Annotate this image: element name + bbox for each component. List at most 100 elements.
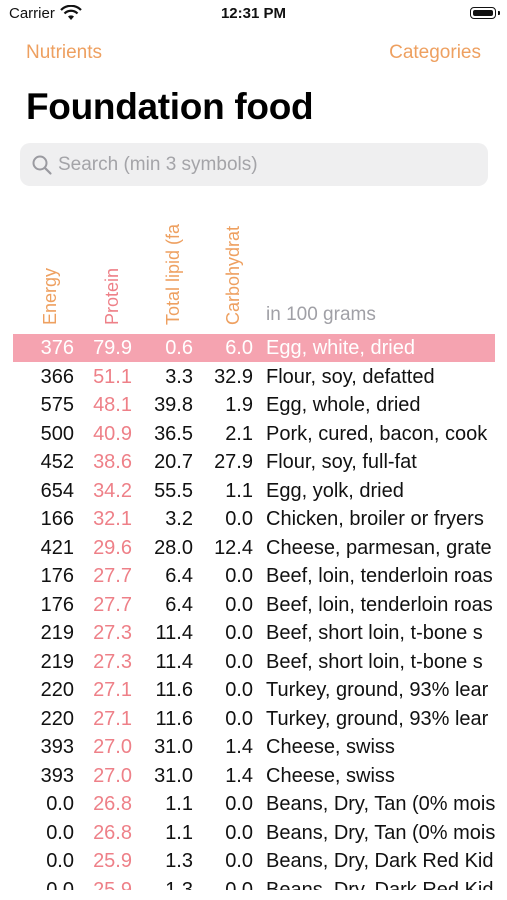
protein-cell: 29.6	[93, 536, 132, 559]
table-row[interactable]: 376 79.9 0.6 6.0 Egg, white, dried	[13, 334, 495, 362]
table-row[interactable]: 176 27.7 6.4 0.0 Beef, loin, tenderloin roas	[13, 591, 495, 619]
energy-cell: 0.0	[46, 878, 74, 891]
table-row[interactable]: 220 27.1 11.6 0.0 Turkey, ground, 93% lear	[13, 676, 495, 704]
protein-cell: 27.1	[93, 679, 132, 701]
food-name-cell: Beef, loin, tenderloin roas	[266, 565, 493, 587]
column-header-energy[interactable]: Energy	[32, 200, 72, 325]
table-row[interactable]: 421 29.6 28.0 12.4 Cheese, parmesan, grate	[13, 534, 495, 562]
lipid-cell: 3.2	[165, 508, 193, 530]
lipid-cell: 3.3	[165, 365, 193, 388]
table-row[interactable]: 219 27.3 11.4 0.0 Beef, short loin, t-bone s	[13, 648, 495, 676]
carbohydrate-cell: 1.9	[225, 394, 253, 416]
food-name-cell: Beef, loin, tenderloin roas	[266, 593, 493, 616]
table-row[interactable]: 500 40.9 36.5 2.1 Pork, cured, bacon, cook	[13, 420, 495, 448]
table-row[interactable]: 0.0 25.9 1.3 0.0 Beans, Dry, Dark Red Kid	[13, 847, 495, 875]
food-name-cell: Flour, soy, defatted	[266, 365, 435, 388]
protein-cell: 32.1	[93, 508, 132, 530]
energy-cell: 176	[40, 565, 74, 587]
energy-cell: 166	[40, 508, 74, 530]
energy-cell: 500	[40, 422, 74, 445]
table-row[interactable]: 0.0 25.9 1.3 0.0 Beans, Dry, Dark Red Kid	[13, 876, 495, 891]
lipid-cell: 1.3	[165, 850, 193, 872]
column-header-label: Energy	[40, 267, 60, 325]
food-name-cell: Beans, Dry, Dark Red Kid	[266, 850, 494, 872]
energy-cell: 654	[40, 479, 74, 502]
carbohydrate-cell: 1.4	[225, 764, 253, 787]
food-name-cell: Egg, white, dried	[266, 337, 415, 359]
table-row[interactable]: 393 27.0 31.0 1.4 Cheese, swiss	[13, 762, 495, 790]
lipid-cell: 0.6	[165, 337, 193, 359]
carbohydrate-cell: 0.0	[225, 508, 253, 530]
energy-cell: 452	[40, 451, 74, 473]
table-row[interactable]: 166 32.1 3.2 0.0 Chicken, broiler or fryers	[13, 505, 495, 533]
column-header-lipid[interactable]: Total lipid (fa	[155, 200, 195, 325]
column-header-label: Protein	[102, 267, 122, 325]
table-row[interactable]: 220 27.1 11.6 0.0 Turkey, ground, 93% lear	[13, 705, 495, 733]
table-row[interactable]: 366 51.1 3.3 32.9 Flour, soy, defatted	[13, 363, 495, 391]
table-row[interactable]: 654 34.2 55.5 1.1 Egg, yolk, dried	[13, 477, 495, 505]
carbohydrate-cell: 0.0	[225, 593, 253, 616]
carbohydrate-cell: 0.0	[225, 650, 253, 673]
food-name-cell: Beans, Dry, Tan (0% mois	[266, 821, 495, 844]
table-row[interactable]: 575 48.1 39.8 1.9 Egg, whole, dried	[13, 391, 495, 419]
search-icon	[32, 155, 52, 175]
energy-cell: 366	[40, 365, 74, 388]
food-name-cell: Turkey, ground, 93% lear	[266, 707, 489, 730]
energy-cell: 421	[40, 536, 74, 559]
food-name-cell: Beef, short loin, t-bone s	[266, 622, 483, 644]
food-name-cell: Flour, soy, full-fat	[266, 451, 417, 473]
energy-cell: 393	[40, 764, 74, 787]
food-name-cell: Chicken, broiler or fryers	[266, 508, 484, 530]
nutrients-button[interactable]: Nutrients	[26, 42, 102, 64]
lipid-cell: 55.5	[154, 479, 193, 502]
food-name-cell: Beef, short loin, t-bone s	[266, 650, 483, 673]
table-row[interactable]: 393 27.0 31.0 1.4 Cheese, swiss	[13, 733, 495, 761]
carbohydrate-cell: 0.0	[225, 622, 253, 644]
food-name-cell: Cheese, parmesan, grate	[266, 536, 492, 559]
column-header-carbohydrate[interactable]: Carbohydrat	[215, 200, 255, 325]
food-name-cell: Beans, Dry, Tan (0% mois	[266, 793, 495, 815]
search-input[interactable]	[58, 143, 478, 186]
table-row[interactable]: 0.0 26.8 1.1 0.0 Beans, Dry, Tan (0% mois	[13, 819, 495, 847]
food-name-cell: Cheese, swiss	[266, 764, 395, 787]
lipid-cell: 11.4	[155, 622, 193, 644]
protein-cell: 51.1	[93, 365, 132, 388]
food-name-cell: Beans, Dry, Dark Red Kid	[266, 878, 494, 891]
protein-cell: 27.3	[93, 622, 132, 644]
status-bar: Carrier 12:31 PM	[0, 0, 507, 30]
energy-cell: 219	[40, 622, 74, 644]
energy-cell: 219	[40, 650, 74, 673]
protein-cell: 27.0	[93, 764, 132, 787]
unit-note: in 100 grams	[266, 304, 376, 325]
energy-cell: 0.0	[46, 850, 74, 872]
carbohydrate-cell: 1.1	[225, 479, 253, 502]
table-row[interactable]: 0.0 26.8 1.1 0.0 Beans, Dry, Tan (0% mois	[13, 790, 495, 818]
food-table[interactable]: 376 79.9 0.6 6.0 Egg, white, dried 366 51.1 3.3…	[13, 334, 495, 890]
carbohydrate-cell: 0.0	[225, 821, 253, 844]
categories-button[interactable]: Categories	[389, 42, 481, 64]
protein-cell: 27.1	[93, 707, 132, 730]
energy-cell: 376	[40, 337, 74, 359]
search-bar[interactable]	[20, 143, 488, 186]
protein-cell: 79.9	[93, 337, 132, 359]
protein-cell: 27.3	[93, 650, 132, 673]
protein-cell: 25.9	[93, 878, 132, 891]
food-name-cell: Egg, yolk, dried	[266, 479, 404, 502]
lipid-cell: 28.0	[154, 536, 193, 559]
protein-cell: 34.2	[93, 479, 132, 502]
carbohydrate-cell: 12.4	[214, 536, 253, 559]
protein-cell: 26.8	[93, 793, 132, 815]
carbohydrate-cell: 6.0	[225, 337, 253, 359]
table-row[interactable]: 219 27.3 11.4 0.0 Beef, short loin, t-bone s	[13, 619, 495, 647]
table-row[interactable]: 176 27.7 6.4 0.0 Beef, loin, tenderloin roas	[13, 562, 495, 590]
clock: 12:31 PM	[220, 5, 287, 22]
protein-cell: 40.9	[93, 422, 132, 445]
lipid-cell: 31.0	[154, 764, 193, 787]
protein-cell: 38.6	[93, 451, 132, 473]
lipid-cell: 1.1	[165, 821, 193, 844]
table-row[interactable]: 452 38.6 20.7 27.9 Flour, soy, full-fat	[13, 448, 495, 476]
column-header-protein[interactable]: Protein	[94, 200, 134, 325]
carbohydrate-cell: 0.0	[225, 793, 253, 815]
food-name-cell: Egg, whole, dried	[266, 394, 421, 416]
food-name-cell: Cheese, swiss	[266, 736, 395, 758]
